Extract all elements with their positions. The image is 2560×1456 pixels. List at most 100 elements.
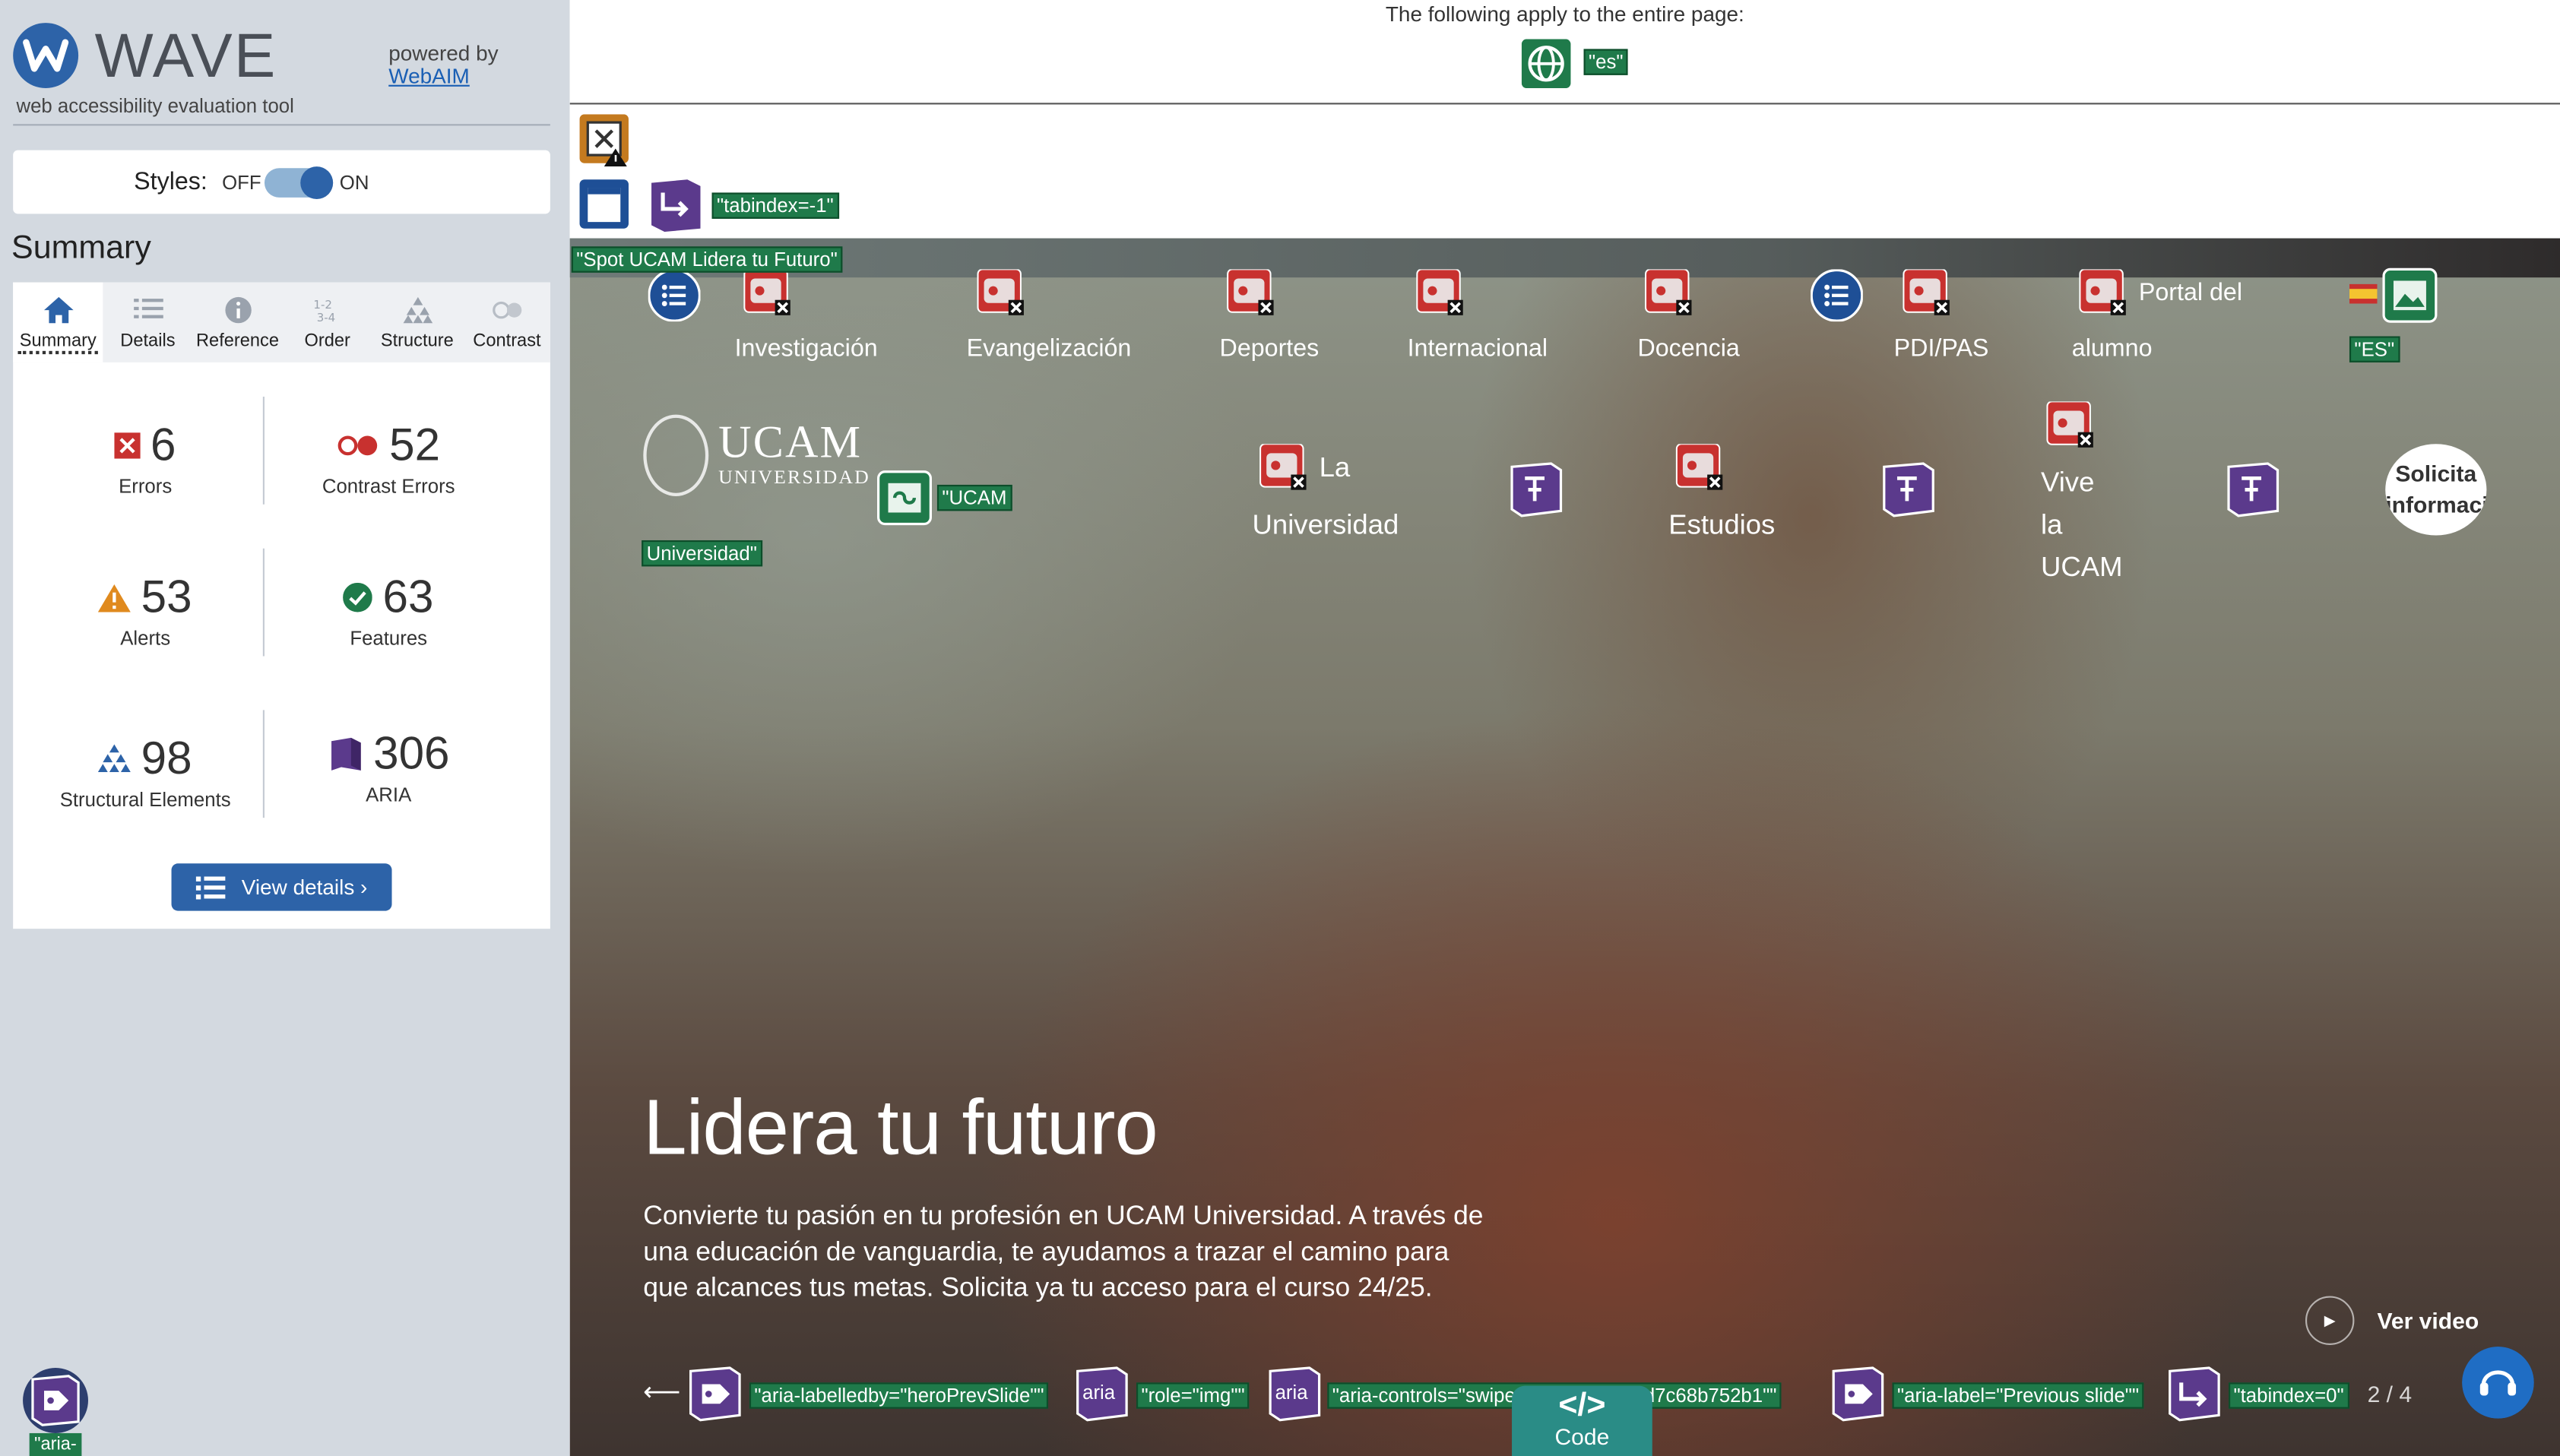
link-error-icon[interactable] [977,269,1025,318]
alert-broken-image-icon[interactable] [579,114,629,167]
list-icon [195,875,226,899]
aria-tag-icon[interactable] [687,1366,743,1422]
code-toggle-button[interactable]: </> Code [1512,1385,1652,1456]
list-icon [133,299,163,318]
errors-count: 6 [150,419,176,470]
aria-label-tag: "aria-label="Previous slide"" [1892,1382,2144,1409]
aria-role-label: aria [1082,1381,1116,1404]
ucam-wordmark: UCAM UNIVERSIDAD [718,419,870,489]
webaim-link[interactable]: WebAIM [388,65,498,88]
nav-vive[interactable]: Vive [2041,467,2094,499]
link-error-icon[interactable] [1675,444,1724,492]
hero-title: Lidera tu futuro [643,1085,1158,1173]
info-icon [224,296,251,324]
link-error-icon[interactable] [2078,269,2127,318]
nav-ucam[interactable]: UCAM [2041,552,2123,584]
code-label: Code [1554,1423,1610,1450]
link-error-icon[interactable] [1259,444,1307,492]
wave-title: WAVE [94,23,277,92]
panel-tabs: Summary Details Reference 1-2 3-4 Order S… [13,282,552,362]
page-wide-notices: The following apply to the entire page: … [569,0,2560,105]
nav-docencia[interactable]: Docencia [1637,334,1739,362]
tab-label: Details [120,331,176,351]
hero-top-band [569,238,2560,278]
ucam-seal-icon [643,414,709,496]
order-icon: 1-23-4 [312,298,334,324]
evaluated-page: The following apply to the entire page: … [569,0,2560,1456]
aria-expanded-icon[interactable] [1509,462,1564,518]
tab-structure[interactable]: Structure [372,283,462,362]
nav-pdi-pas[interactable]: PDI/PAS [1894,334,1989,362]
solicita-informacion-button[interactable]: Solicita información [2385,444,2487,536]
link-error-icon[interactable] [2045,401,2094,450]
aria-tabindex-icon[interactable] [648,176,704,233]
ver-video-button[interactable]: ▶ Ver video [2305,1296,2479,1345]
link-error-icon[interactable] [743,269,791,318]
svg-text:1-2: 1-2 [312,298,331,312]
nav-portal-del[interactable]: Portal del [2139,279,2242,307]
alert-icon [98,583,131,612]
play-icon: ▶ [2305,1296,2355,1345]
alerts-stat[interactable]: 53 Alerts [23,571,268,650]
features-stat[interactable]: 63 Features [266,571,511,650]
contrast-errors-stat[interactable]: 52 Contrast Errors [266,419,511,498]
errors-stat[interactable]: 6 Errors [23,419,268,498]
tab-order[interactable]: 1-2 3-4 Order [283,283,372,362]
contrast-errors-count: 52 [389,419,441,470]
structure-icon [402,296,432,324]
aria-controls-icon[interactable]: aria [1267,1366,1323,1422]
linked-image-feature-icon[interactable] [876,470,932,526]
powered-by-text: powered by [388,40,499,65]
spot-ucam-tag: "Spot UCAM Lidera tu Futuro" [571,246,843,273]
tab-label: Contrast [473,331,541,351]
nav-investigacion[interactable]: Investigación [735,334,878,362]
role-img-tag: "role="img"" [1136,1382,1250,1409]
tab-contrast[interactable]: Contrast [462,283,552,362]
features-label: Features [350,626,428,650]
aria-tabindex-icon[interactable] [2166,1366,2222,1422]
link-error-icon[interactable] [1644,269,1693,318]
link-error-icon[interactable] [1902,269,1950,318]
nav-la[interactable]: La [1320,452,1351,485]
aria-role-icon[interactable]: aria [1074,1366,1130,1422]
nav-estudios[interactable]: Estudios [1668,509,1775,542]
tab-summary[interactable]: Summary [13,282,103,362]
list-structure-icon[interactable] [648,269,701,322]
ucam-logo[interactable]: UCAM UNIVERSIDAD [643,414,870,496]
aria-attribute-tag: "aria- [29,1432,82,1456]
nav-la-2[interactable]: la [2041,509,2062,542]
list-structure-icon[interactable] [1811,269,1863,322]
wave-logo-icon [13,23,79,88]
language-globe-icon[interactable] [1521,39,1571,88]
header-region-icon[interactable] [576,176,632,232]
aria-stat[interactable]: 306 ARIA [266,728,511,806]
styles-label: Styles: [134,168,208,196]
nav-alumno[interactable]: alumno [2072,334,2153,362]
structural-label: Structural Elements [59,788,231,812]
structural-stat[interactable]: 98 Structural Elements [23,733,268,811]
link-error-icon[interactable] [1226,269,1275,318]
aria-expanded-icon[interactable] [2226,462,2281,518]
nav-deportes[interactable]: Deportes [1220,334,1320,362]
nav-universidad[interactable]: Universidad [1253,509,1399,542]
aria-expanded-icon[interactable] [1880,462,1936,518]
tab-label: Order [304,331,350,351]
arrow-left-icon[interactable]: ⟵ [643,1376,680,1409]
nav-evangelizacion[interactable]: Evangelización [967,334,1132,362]
image-link-feature-icon[interactable] [2382,267,2438,323]
tab-details[interactable]: Details [103,283,192,362]
headset-help-icon[interactable] [2462,1347,2534,1419]
aria-label-icon[interactable] [1830,1366,1886,1422]
styles-toggle[interactable] [264,166,334,200]
styles-on-label: ON [339,171,369,195]
nav-internacional[interactable]: Internacional [1408,334,1548,362]
spain-flag-icon [2349,283,2378,304]
divider [13,124,550,126]
aria-tag-icon[interactable] [20,1368,92,1433]
link-error-icon[interactable] [1415,269,1464,318]
toggle-knob [300,166,334,200]
tab-reference[interactable]: Reference [192,283,282,362]
hero-banner: Investigación Evangelización Deportes In… [569,238,2560,1456]
view-details-button[interactable]: View details › [171,863,392,911]
structural-count: 98 [141,733,192,784]
